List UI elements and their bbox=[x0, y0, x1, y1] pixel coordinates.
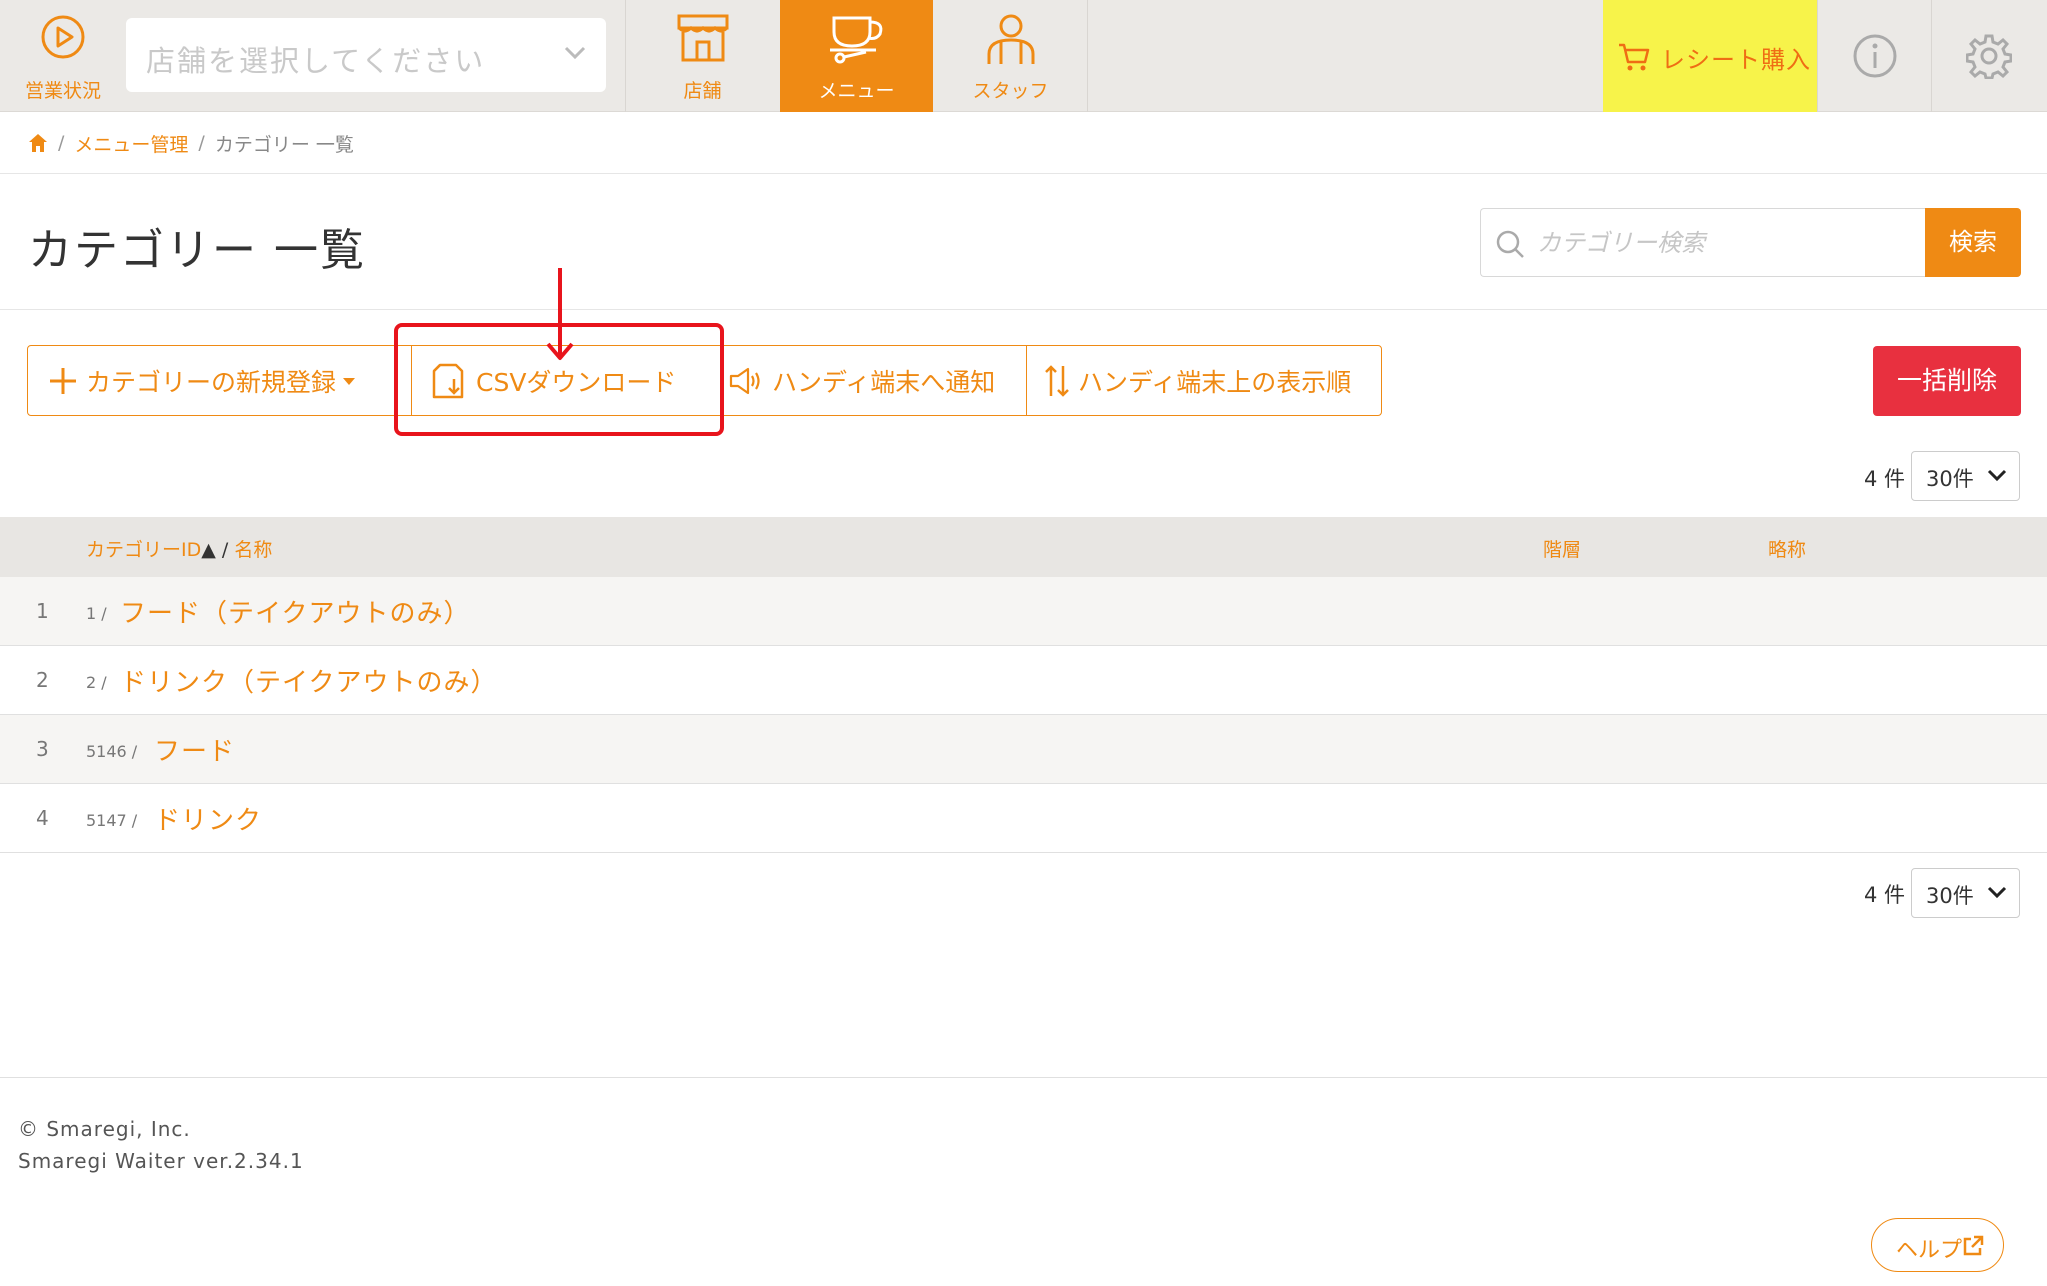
column-header-level[interactable]: 階層 bbox=[1543, 535, 1581, 562]
row-category-name-link[interactable]: フード（テイクアウトのみ） bbox=[120, 593, 470, 630]
per-page-select[interactable]: 30件 bbox=[1911, 868, 2020, 918]
table-row[interactable]: 3 5146 / フード bbox=[0, 715, 2047, 784]
breadcrumb-current: カテゴリー 一覧 bbox=[214, 133, 354, 156]
receipt-purchase-button[interactable]: レシート購入 bbox=[1603, 0, 1817, 112]
row-category-name-link[interactable]: ドリンク bbox=[154, 800, 262, 837]
shopping-cart-icon bbox=[1619, 43, 1650, 71]
top-navigation-bar: 営業状況 店舗を選択してください 店舗 メニュー スタッフ レシート購入 bbox=[0, 0, 2047, 112]
row-category-id: 2 / bbox=[86, 673, 107, 692]
column-header-abbr[interactable]: 略称 bbox=[1768, 535, 1806, 562]
breadcrumb-separator: / bbox=[58, 132, 65, 154]
table-header: カテゴリーID▲ / 名称 階層 略称 bbox=[0, 517, 2047, 577]
chevron-down-icon bbox=[564, 46, 586, 60]
tab-staff-label: スタッフ bbox=[972, 80, 1049, 102]
plus-icon bbox=[50, 367, 76, 394]
store-select-placeholder: 店舗を選択してください bbox=[146, 44, 486, 78]
help-button[interactable]: ヘルプ bbox=[1871, 1218, 2004, 1272]
caret-down-icon bbox=[343, 377, 356, 385]
category-search-field[interactable] bbox=[1480, 208, 1926, 277]
footer-divider bbox=[0, 1077, 2047, 1078]
per-page-select[interactable]: 30件 bbox=[1911, 451, 2020, 501]
row-category-id: 5147 / bbox=[86, 811, 138, 830]
toolbar-divider bbox=[1026, 346, 1027, 415]
gear-icon bbox=[1965, 34, 2012, 79]
row-number: 1 bbox=[36, 599, 49, 623]
bulk-delete-button[interactable]: 一括削除 bbox=[1873, 346, 2021, 416]
new-category-dropdown-button[interactable]: カテゴリーの新規登録 bbox=[48, 346, 356, 415]
tab-store-label: 店舗 bbox=[683, 80, 722, 102]
table-row[interactable]: 1 1 / フード（テイクアウトのみ） bbox=[0, 577, 2047, 646]
new-category-label: カテゴリーの新規登録 bbox=[86, 367, 337, 397]
divider bbox=[0, 173, 2047, 174]
store-select-dropdown[interactable]: 店舗を選択してください bbox=[126, 18, 606, 92]
annotation-arrow-icon bbox=[546, 268, 574, 360]
tab-staff[interactable]: スタッフ bbox=[934, 0, 1087, 112]
sort-ascending-icon: ▲ bbox=[201, 539, 216, 561]
megaphone-icon bbox=[729, 367, 760, 394]
home-icon[interactable] bbox=[28, 133, 48, 153]
table-row[interactable]: 4 5147 / ドリンク bbox=[0, 784, 2047, 853]
breadcrumb: / メニュー管理 / カテゴリー 一覧 bbox=[28, 128, 354, 158]
row-category-id: 1 / bbox=[86, 604, 107, 623]
table-row[interactable]: 2 2 / ドリンク（テイクアウトのみ） bbox=[0, 646, 2047, 715]
tab-menu[interactable]: メニュー bbox=[780, 0, 933, 112]
settings-button[interactable] bbox=[1932, 0, 2045, 112]
header-separator: / bbox=[221, 539, 229, 561]
row-number: 2 bbox=[36, 668, 49, 692]
chevron-down-icon bbox=[1987, 886, 2007, 899]
column-header-id[interactable]: カテゴリーID▲ / 名称 bbox=[86, 535, 272, 562]
info-button[interactable] bbox=[1818, 0, 1931, 112]
search-icon bbox=[1496, 230, 1524, 258]
nav-divider bbox=[1087, 0, 1088, 112]
page-title: カテゴリー 一覧 bbox=[28, 225, 366, 276]
info-icon bbox=[1853, 34, 1896, 78]
storefront-icon bbox=[677, 14, 728, 62]
search-button[interactable]: 検索 bbox=[1925, 208, 2021, 277]
row-category-name-link[interactable]: ドリンク（テイクアウトのみ） bbox=[120, 662, 497, 699]
record-count: 4 件 bbox=[1864, 467, 1906, 491]
notify-handy-label: ハンディ端末へ通知 bbox=[772, 367, 996, 397]
tab-store[interactable]: 店舗 bbox=[626, 0, 779, 112]
row-category-id: 5146 / bbox=[86, 742, 138, 761]
sort-arrows-icon bbox=[1045, 364, 1069, 397]
chevron-down-icon bbox=[1987, 469, 2007, 482]
tab-menu-label: メニュー bbox=[818, 80, 895, 102]
row-category-name-link[interactable]: フード bbox=[154, 731, 235, 768]
cup-spoon-icon bbox=[829, 16, 882, 64]
external-link-icon bbox=[1963, 1235, 1984, 1256]
row-number: 4 bbox=[36, 806, 49, 830]
breadcrumb-separator: / bbox=[198, 132, 205, 154]
business-status-button[interactable]: 営業状況 bbox=[0, 0, 126, 112]
per-page-value: 30件 bbox=[1926, 467, 1974, 491]
footer-copyright: © Smaregi, Inc. bbox=[18, 1117, 191, 1141]
column-header-id-label: カテゴリーID bbox=[86, 539, 202, 561]
divider bbox=[0, 309, 2047, 310]
record-count: 4 件 bbox=[1864, 883, 1906, 907]
notify-handy-button[interactable]: ハンディ端末へ通知 bbox=[728, 346, 995, 415]
staff-person-icon bbox=[987, 14, 1034, 64]
row-number: 3 bbox=[36, 737, 49, 761]
category-search-input[interactable] bbox=[1537, 221, 1917, 265]
handy-display-order-label: ハンディ端末上の表示順 bbox=[1078, 367, 1352, 397]
handy-display-order-button[interactable]: ハンディ端末上の表示順 bbox=[1044, 346, 1351, 415]
help-label: ヘルプ bbox=[1896, 1238, 1963, 1263]
breadcrumb-menu-management[interactable]: メニュー管理 bbox=[74, 130, 188, 157]
play-circle-icon bbox=[41, 15, 85, 59]
per-page-value: 30件 bbox=[1926, 884, 1974, 908]
footer-version: Smaregi Waiter ver.2.34.1 bbox=[18, 1149, 304, 1173]
business-status-label: 営業状況 bbox=[24, 80, 101, 102]
column-header-name[interactable]: 名称 bbox=[234, 539, 272, 561]
receipt-purchase-label: レシート購入 bbox=[1661, 46, 1811, 74]
